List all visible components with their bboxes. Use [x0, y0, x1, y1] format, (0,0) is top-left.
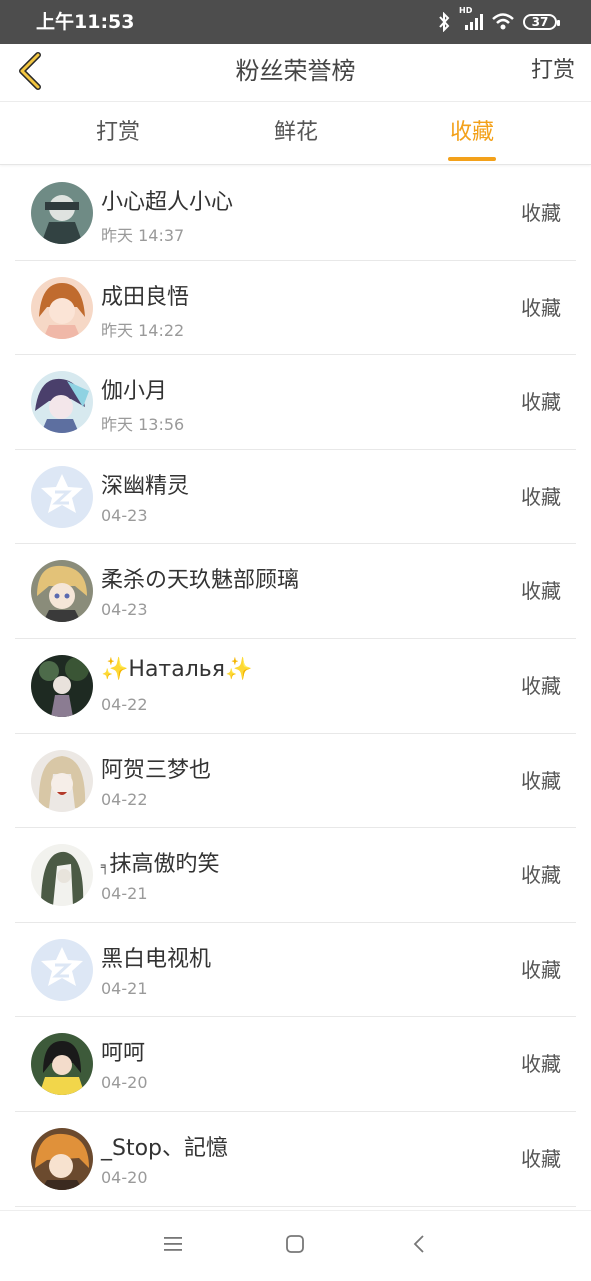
tab-flowers[interactable]: 鲜花 [236, 102, 356, 164]
status-bar: 上午11:53 HD 37 [0, 0, 591, 44]
action-label: 收藏 [521, 1052, 561, 1077]
home-square-icon [285, 1234, 305, 1258]
timestamp: 昨天 14:22 [101, 320, 185, 340]
active-tab-indicator [448, 157, 496, 161]
user-name: 伽小月 [101, 379, 168, 405]
list-item[interactable]: 柔杀の天玖魅部顾璃 04-23 收藏 [15, 544, 576, 639]
battery-icon: 37 [523, 14, 560, 30]
action-label: 收藏 [521, 295, 561, 320]
wifi-icon [491, 12, 515, 32]
action-label: 收藏 [521, 579, 561, 604]
list-item[interactable]: 成田良悟 昨天 14:22 收藏 [15, 261, 576, 356]
user-name: ✨Наталья✨ [101, 657, 252, 682]
avatar [31, 182, 93, 244]
list-item[interactable]: 黑白电视机 04-21 收藏 [15, 923, 576, 1018]
reward-button[interactable]: 打赏 [531, 44, 575, 98]
avatar [31, 560, 93, 623]
tab-label: 打赏 [95, 120, 140, 145]
user-name: 成田良悟 [101, 284, 190, 310]
hd-label: HD [459, 6, 473, 15]
action-label: 收藏 [521, 673, 561, 698]
avatar [31, 654, 93, 717]
list-item[interactable]: 呵呵 04-20 收藏 [15, 1017, 576, 1112]
avatar [31, 465, 93, 528]
avatar [31, 1127, 93, 1190]
system-nav-bar [0, 1210, 591, 1281]
tab-label: 鲜花 [273, 120, 318, 145]
avatar [31, 938, 93, 1001]
user-name: 呵呵 [101, 1041, 146, 1067]
page-title: 粉丝荣誉榜 [235, 57, 356, 85]
tab-label: 收藏 [449, 120, 494, 145]
user-name-text: 抹高傲旳笑 [109, 852, 220, 878]
timestamp: 昨天 13:56 [101, 415, 185, 435]
timestamp: 04-21 [101, 978, 148, 998]
top-bar: 粉丝荣誉榜 打赏 [0, 44, 591, 102]
avatar [31, 1033, 93, 1096]
sparkles-icon: ✨ [225, 656, 253, 682]
user-name: 阿贺三梦也 [101, 757, 212, 783]
action-label: 收藏 [521, 957, 561, 982]
list-item[interactable]: 深幽精灵 04-23 收藏 [15, 450, 576, 545]
menu-button[interactable] [158, 1231, 188, 1261]
bluetooth-icon [437, 12, 451, 32]
action-label: 收藏 [521, 863, 561, 888]
menu-icon [163, 1236, 183, 1256]
avatar [31, 371, 93, 434]
avatar [31, 276, 93, 339]
action-label: 收藏 [521, 390, 561, 415]
action-label: 收藏 [521, 1146, 561, 1171]
timestamp: 04-21 [101, 884, 148, 904]
back-chevron-icon [412, 1234, 426, 1258]
sparkles-icon: ✨ [101, 656, 129, 682]
action-label: 收藏 [521, 201, 561, 225]
tab-favorites[interactable]: 收藏 [412, 102, 532, 164]
system-icons: HD 37 [437, 0, 560, 44]
list-item[interactable]: _Stop、記憶 04-20 收藏 [15, 1112, 576, 1207]
user-name: _Stop、記憶 [101, 1135, 229, 1161]
timestamp: 04-20 [101, 1073, 148, 1093]
user-name: 深幽精灵 [101, 473, 190, 499]
status-time: 上午11:53 [36, 11, 135, 33]
user-name: 柔杀の天玖魅部顾璃 [101, 568, 300, 594]
timestamp: 04-22 [101, 694, 148, 714]
system-back-button[interactable] [404, 1231, 434, 1261]
fan-list: 小心超人小心 昨天 14:37 收藏 成田良悟 昨天 14:22 收藏 伽小月 … [0, 166, 591, 1207]
list-item[interactable]: ╕抹高傲旳笑 04-21 收藏 [15, 828, 576, 923]
list-item[interactable]: ✨Наталья✨ 04-22 收藏 [15, 639, 576, 734]
list-item[interactable]: 小心超人小心 昨天 14:37 收藏 [15, 166, 576, 261]
action-label: 收藏 [521, 484, 561, 509]
timestamp: 04-20 [101, 1167, 148, 1187]
tab-bar: 打赏 鲜花 收藏 [0, 102, 591, 165]
avatar [31, 844, 93, 907]
timestamp: 04-23 [101, 505, 148, 525]
list-item[interactable]: 伽小月 昨天 13:56 收藏 [15, 355, 576, 450]
timestamp: 04-22 [101, 789, 148, 809]
timestamp: 04-23 [101, 600, 148, 620]
avatar [31, 749, 93, 812]
tab-reward[interactable]: 打赏 [58, 102, 178, 164]
user-name-text: Наталья [128, 656, 225, 682]
timestamp: 昨天 14:37 [101, 226, 185, 245]
user-name: 小心超人小心 [101, 190, 234, 215]
user-name: ╕抹高傲旳笑 [101, 846, 219, 878]
user-name: 黑白电视机 [101, 946, 212, 972]
action-label: 收藏 [521, 768, 561, 793]
list-item[interactable]: 阿贺三梦也 04-22 收藏 [15, 734, 576, 829]
home-button[interactable] [280, 1231, 310, 1261]
signal-icon: HD [459, 6, 483, 32]
